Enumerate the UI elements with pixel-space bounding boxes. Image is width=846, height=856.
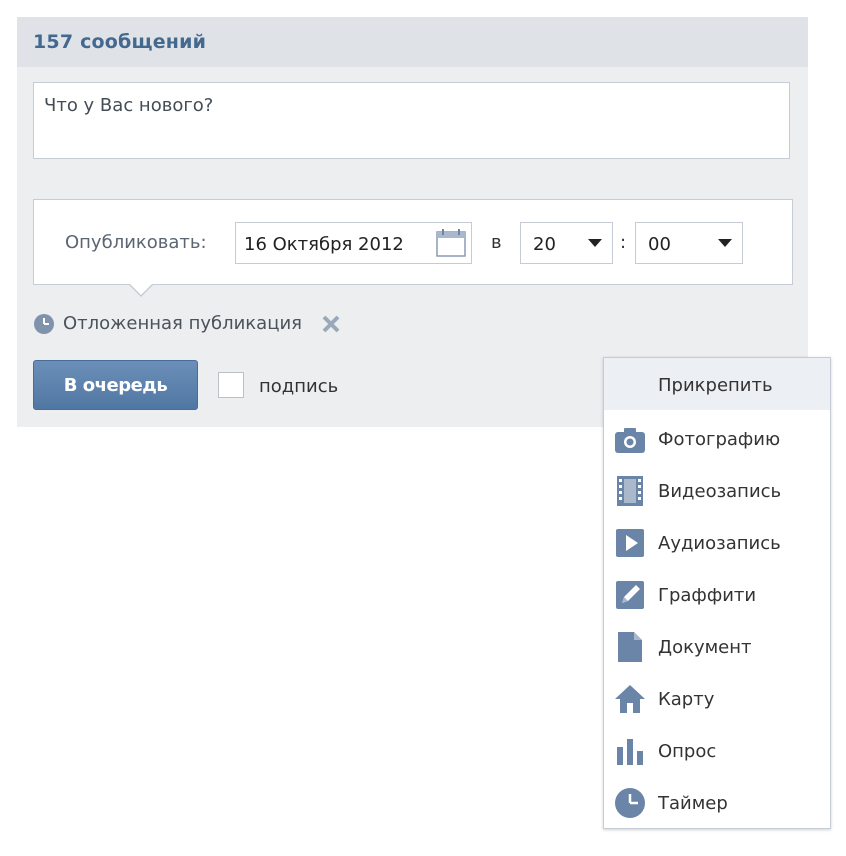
attach-item-poll[interactable]: Опрос — [604, 727, 830, 775]
close-icon[interactable] — [320, 313, 342, 335]
signature-checkbox[interactable] — [218, 372, 244, 398]
attach-item-label: Граффити — [658, 585, 757, 606]
schedule-box-pointer — [129, 284, 153, 297]
panel-header: 157 сообщений — [17, 17, 808, 67]
attach-item-video[interactable]: Видеозапись — [604, 467, 830, 515]
attach-menu-header[interactable]: Прикрепить — [604, 358, 830, 410]
house-icon — [615, 685, 645, 713]
attach-menu: Прикрепить Фотографию Видеозапись Аудиоз… — [603, 357, 831, 829]
attach-item-photo[interactable]: Фотографию — [604, 415, 830, 463]
hour-select[interactable]: 20 — [520, 222, 613, 264]
document-icon — [618, 632, 642, 662]
pencil-icon — [616, 581, 644, 609]
attach-item-graffiti[interactable]: Граффити — [604, 571, 830, 619]
date-picker-field[interactable]: 16 Октября 2012 — [235, 222, 472, 264]
hour-value: 20 — [533, 234, 556, 255]
play-icon — [616, 529, 644, 557]
attach-menu-title: Прикрепить — [658, 375, 773, 396]
attach-item-label: Видеозапись — [658, 481, 782, 502]
attach-item-audio[interactable]: Аудиозапись — [604, 519, 830, 567]
chevron-down-icon — [588, 239, 602, 247]
film-icon — [617, 476, 643, 506]
chevron-down-icon — [718, 239, 732, 247]
bar-chart-icon — [617, 739, 643, 765]
attach-item-label: Фотографию — [658, 429, 781, 450]
attach-item-map[interactable]: Карту — [604, 675, 830, 723]
attach-item-document[interactable]: Документ — [604, 623, 830, 671]
attach-item-timer[interactable]: Таймер — [604, 779, 830, 827]
attach-item-label: Карту — [658, 689, 715, 710]
minute-select[interactable]: 00 — [635, 222, 743, 264]
add-to-queue-button[interactable]: В очередь — [33, 360, 198, 410]
calendar-icon[interactable] — [436, 229, 466, 257]
attach-item-label: Опрос — [658, 741, 717, 762]
messages-count-title: 157 сообщений — [33, 31, 207, 53]
schedule-box: Опубликовать: 16 Октября 2012 в 20 : 00 — [33, 199, 793, 285]
clock-icon — [615, 788, 645, 818]
minute-value: 00 — [648, 234, 671, 255]
app-root: 157 сообщений Опубликовать: 16 Октября 2… — [0, 0, 846, 856]
camera-icon — [615, 428, 645, 453]
at-label: в — [491, 232, 502, 253]
attach-item-label: Аудиозапись — [658, 533, 781, 554]
post-composer-input[interactable] — [33, 82, 790, 159]
deferred-publication-label: Отложенная публикация — [63, 313, 302, 334]
time-separator: : — [620, 232, 627, 253]
attach-item-label: Таймер — [658, 793, 728, 814]
signature-label: подпись — [259, 376, 339, 397]
publish-label: Опубликовать: — [65, 232, 207, 253]
date-value: 16 Октября 2012 — [244, 234, 404, 255]
clock-icon — [34, 314, 54, 334]
attach-item-label: Документ — [658, 637, 752, 658]
